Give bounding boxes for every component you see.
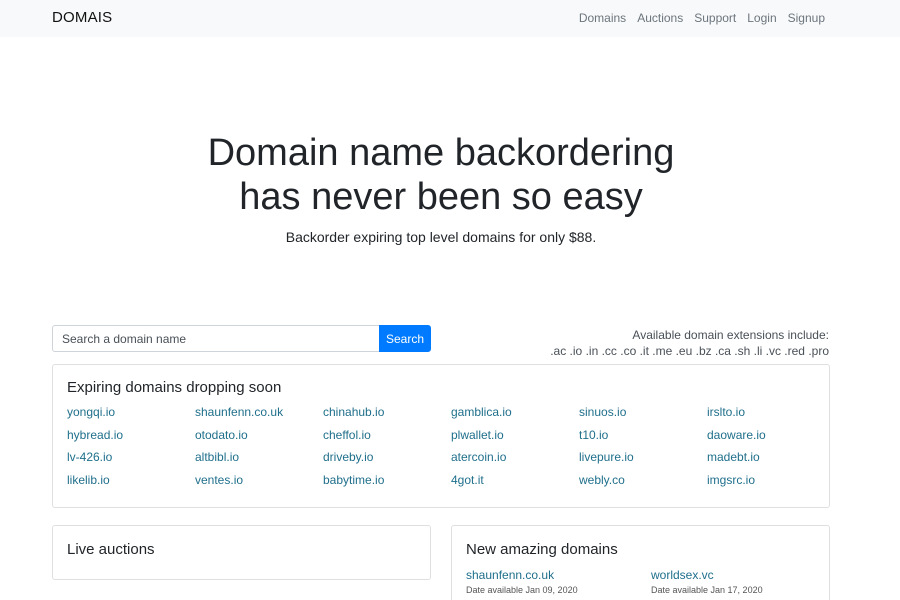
domain-link[interactable]: irslto.io (707, 405, 835, 428)
new-amazing-domains-title: New amazing domains (466, 541, 618, 558)
domain-link[interactable]: imgsrc.io (707, 473, 835, 496)
domain-link[interactable]: yongqi.io (67, 405, 195, 428)
expiring-domains-card: Expiring domains dropping soon yongqi.io… (52, 364, 830, 508)
hero-title: Domain name backordering has never been … (0, 131, 882, 219)
expiring-domains-grid: yongqi.io shaunfenn.co.uk chinahub.io ga… (67, 405, 835, 495)
amazing-domain-link[interactable]: worldsex.vc (651, 568, 836, 582)
amazing-domain-date: Date available Jan 17, 2020 (651, 585, 763, 595)
new-amazing-domains-card: New amazing domains shaunfenn.co.uk Date… (451, 525, 830, 600)
domain-link[interactable]: driveby.io (323, 450, 451, 473)
live-auctions-title: Live auctions (67, 541, 155, 558)
domain-link[interactable]: webly.co (579, 473, 707, 496)
nav-links: Domains Auctions Support Login Signup (579, 11, 825, 25)
hero-title-line-2: has never been so easy (239, 176, 643, 218)
list-item: worldsex.vc Date available Jan 17, 2020 (651, 568, 836, 595)
search-input[interactable] (52, 325, 379, 352)
domain-link[interactable]: otodato.io (195, 428, 323, 451)
amazing-domain-link[interactable]: shaunfenn.co.uk (466, 568, 651, 582)
domain-link[interactable]: gamblica.io (451, 405, 579, 428)
extensions-label: Available domain extensions include: (632, 328, 829, 342)
domain-link[interactable]: ventes.io (195, 473, 323, 496)
domain-link[interactable]: chinahub.io (323, 405, 451, 428)
nav-link-login[interactable]: Login (747, 11, 776, 25)
search-form: Search (52, 325, 431, 352)
brand-logo[interactable]: DOMAIS (52, 9, 112, 26)
navbar: DOMAIS Domains Auctions Support Login Si… (0, 0, 900, 37)
search-button[interactable]: Search (379, 325, 431, 352)
domain-link[interactable]: lv-426.io (67, 450, 195, 473)
domain-link[interactable]: likelib.io (67, 473, 195, 496)
domain-link[interactable]: atercoin.io (451, 450, 579, 473)
domain-link[interactable]: t10.io (579, 428, 707, 451)
list-item: shaunfenn.co.uk Date available Jan 09, 2… (466, 568, 651, 595)
domain-link[interactable]: 4got.it (451, 473, 579, 496)
domain-link[interactable]: plwallet.io (451, 428, 579, 451)
domain-link[interactable]: daoware.io (707, 428, 835, 451)
amazing-domains-list: shaunfenn.co.uk Date available Jan 09, 2… (466, 568, 836, 595)
nav-link-signup[interactable]: Signup (788, 11, 825, 25)
domain-link[interactable]: sinuos.io (579, 405, 707, 428)
expiring-domains-title: Expiring domains dropping soon (67, 379, 282, 396)
nav-link-support[interactable]: Support (694, 11, 736, 25)
extensions-info: Available domain extensions include: .ac… (550, 327, 829, 359)
domain-link[interactable]: livepure.io (579, 450, 707, 473)
domain-link[interactable]: shaunfenn.co.uk (195, 405, 323, 428)
live-auctions-card: Live auctions (52, 525, 431, 580)
domain-link[interactable]: madebt.io (707, 450, 835, 473)
domain-link[interactable]: altbibl.io (195, 450, 323, 473)
domain-link[interactable]: cheffol.io (323, 428, 451, 451)
amazing-domain-date: Date available Jan 09, 2020 (466, 585, 578, 595)
domain-link[interactable]: babytime.io (323, 473, 451, 496)
domain-link[interactable]: hybread.io (67, 428, 195, 451)
nav-link-domains[interactable]: Domains (579, 11, 626, 25)
hero-subtitle: Backorder expiring top level domains for… (285, 229, 597, 245)
extensions-list: .ac .io .in .cc .co .it .me .eu .bz .ca … (550, 344, 829, 358)
nav-link-auctions[interactable]: Auctions (637, 11, 683, 25)
hero-title-line-1: Domain name backordering (207, 132, 675, 174)
